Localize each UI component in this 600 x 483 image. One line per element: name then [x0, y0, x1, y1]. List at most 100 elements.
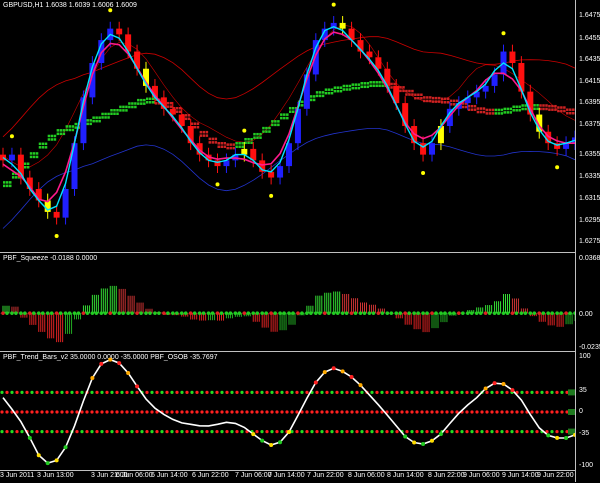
squeeze-dot [309, 311, 313, 315]
level-dot [555, 430, 559, 434]
trend-dot [494, 108, 498, 112]
squeeze-dot [219, 311, 224, 315]
trend-dot [327, 91, 331, 95]
trend-dot [149, 97, 152, 101]
trend-dot [202, 134, 206, 137]
level-dot [15, 390, 19, 394]
level-dot [310, 410, 314, 414]
squeeze-dot [465, 311, 470, 315]
trend-dot [506, 111, 509, 114]
trend-dot [211, 141, 215, 144]
price-chart[interactable] [0, 0, 575, 252]
oversold-marker [27, 435, 32, 440]
time-tick-label: 3 Jun 2011 [0, 472, 35, 479]
level-dot [110, 410, 114, 414]
trend-dot [509, 111, 512, 114]
trend-dot [381, 84, 384, 88]
squeeze-dot [255, 311, 260, 315]
level-dot [70, 410, 74, 414]
price-tick-label: 1.6275 [579, 238, 600, 245]
trend-dot [372, 84, 375, 88]
trend-dot [491, 112, 495, 115]
trend-dot [292, 106, 295, 110]
trend-dot [497, 108, 501, 112]
squeeze-dot [452, 311, 456, 315]
level-dot [535, 410, 539, 414]
trend-pane[interactable]: PBF_Trend_Bars_v2 35.0000 0.0000 -35.000… [0, 352, 575, 470]
trend-dot [125, 109, 128, 112]
trend-dot [220, 142, 223, 145]
squeeze-histogram[interactable] [0, 253, 575, 351]
trend-dot [557, 109, 560, 113]
level-dot [65, 410, 69, 414]
level-dot [320, 410, 324, 414]
trend-dot [420, 93, 423, 97]
trend-dot [315, 94, 319, 98]
trend-dot [104, 116, 107, 119]
level-dot [435, 430, 439, 434]
level-dot [175, 430, 179, 434]
candle-body [268, 171, 275, 178]
trend-dot [360, 82, 363, 85]
squeeze-pane[interactable]: PBF_Squeeze -0.0188 0.0000 [0, 253, 575, 352]
trend-dot [408, 89, 411, 93]
squeeze-dot [112, 311, 117, 315]
overbought-marker [492, 381, 497, 386]
time-tick-label: 3 Jun 13:00 [37, 472, 74, 479]
price-pane[interactable]: GBPUSD,H1 1.6038 1.6039 1.6006 1.6009 [0, 0, 575, 253]
level-dot [550, 410, 554, 414]
trend-dot [196, 125, 200, 129]
level-dot [450, 410, 454, 414]
squeeze-dot [349, 311, 354, 315]
trend-dot [95, 116, 98, 119]
oversold-marker [54, 458, 59, 463]
fractal-down-dot [54, 233, 59, 238]
trend-dot [53, 138, 57, 141]
level-dot [485, 410, 489, 414]
trend-dot [74, 122, 77, 126]
overbought-marker [501, 381, 506, 386]
level-dot [505, 390, 509, 394]
level-dot [15, 430, 19, 434]
level-dot [60, 390, 64, 394]
squeeze-dot [58, 311, 63, 315]
level-dot [120, 430, 124, 434]
trend-dot [315, 91, 319, 94]
trend-dot [98, 119, 101, 123]
squeeze-dot [162, 311, 166, 315]
squeeze-dot [296, 311, 300, 315]
trend-dot [414, 93, 417, 97]
candle-body [241, 148, 248, 155]
trend-dot [241, 142, 244, 145]
squeeze-dot [496, 311, 501, 315]
level-dot [455, 390, 459, 394]
level-dot [240, 410, 244, 414]
oversold-marker [63, 445, 68, 450]
trend-dot [271, 123, 274, 127]
trend-dot [113, 109, 116, 112]
trend-dot [506, 107, 509, 111]
price-tick-label: 1.6375 [579, 121, 600, 128]
trend-tick-label: 100 [579, 353, 591, 360]
level-dot [85, 410, 89, 414]
squeeze-dot [568, 311, 572, 315]
trend-dot [479, 110, 483, 114]
time-tick-label: 6 Jun 06:00 [116, 472, 153, 479]
trend-oscillator[interactable] [0, 352, 575, 470]
time-tick-label: 9 Jun 22:00 [537, 472, 574, 479]
trend-dot [220, 145, 223, 149]
squeeze-dot [430, 311, 434, 315]
squeeze-dot [474, 311, 479, 315]
squeeze-dot [269, 311, 273, 315]
level-dot [555, 390, 559, 394]
trend-tick-label: 35 [579, 387, 587, 394]
trend-dot [140, 98, 143, 102]
trend-dot [56, 132, 60, 136]
squeeze-dot [322, 311, 327, 315]
candle-body [53, 211, 60, 218]
trend-dot [110, 109, 113, 112]
trend-dot [283, 116, 286, 120]
level-dot [130, 390, 134, 394]
level-dot [490, 410, 494, 414]
trend-dot [438, 96, 441, 100]
